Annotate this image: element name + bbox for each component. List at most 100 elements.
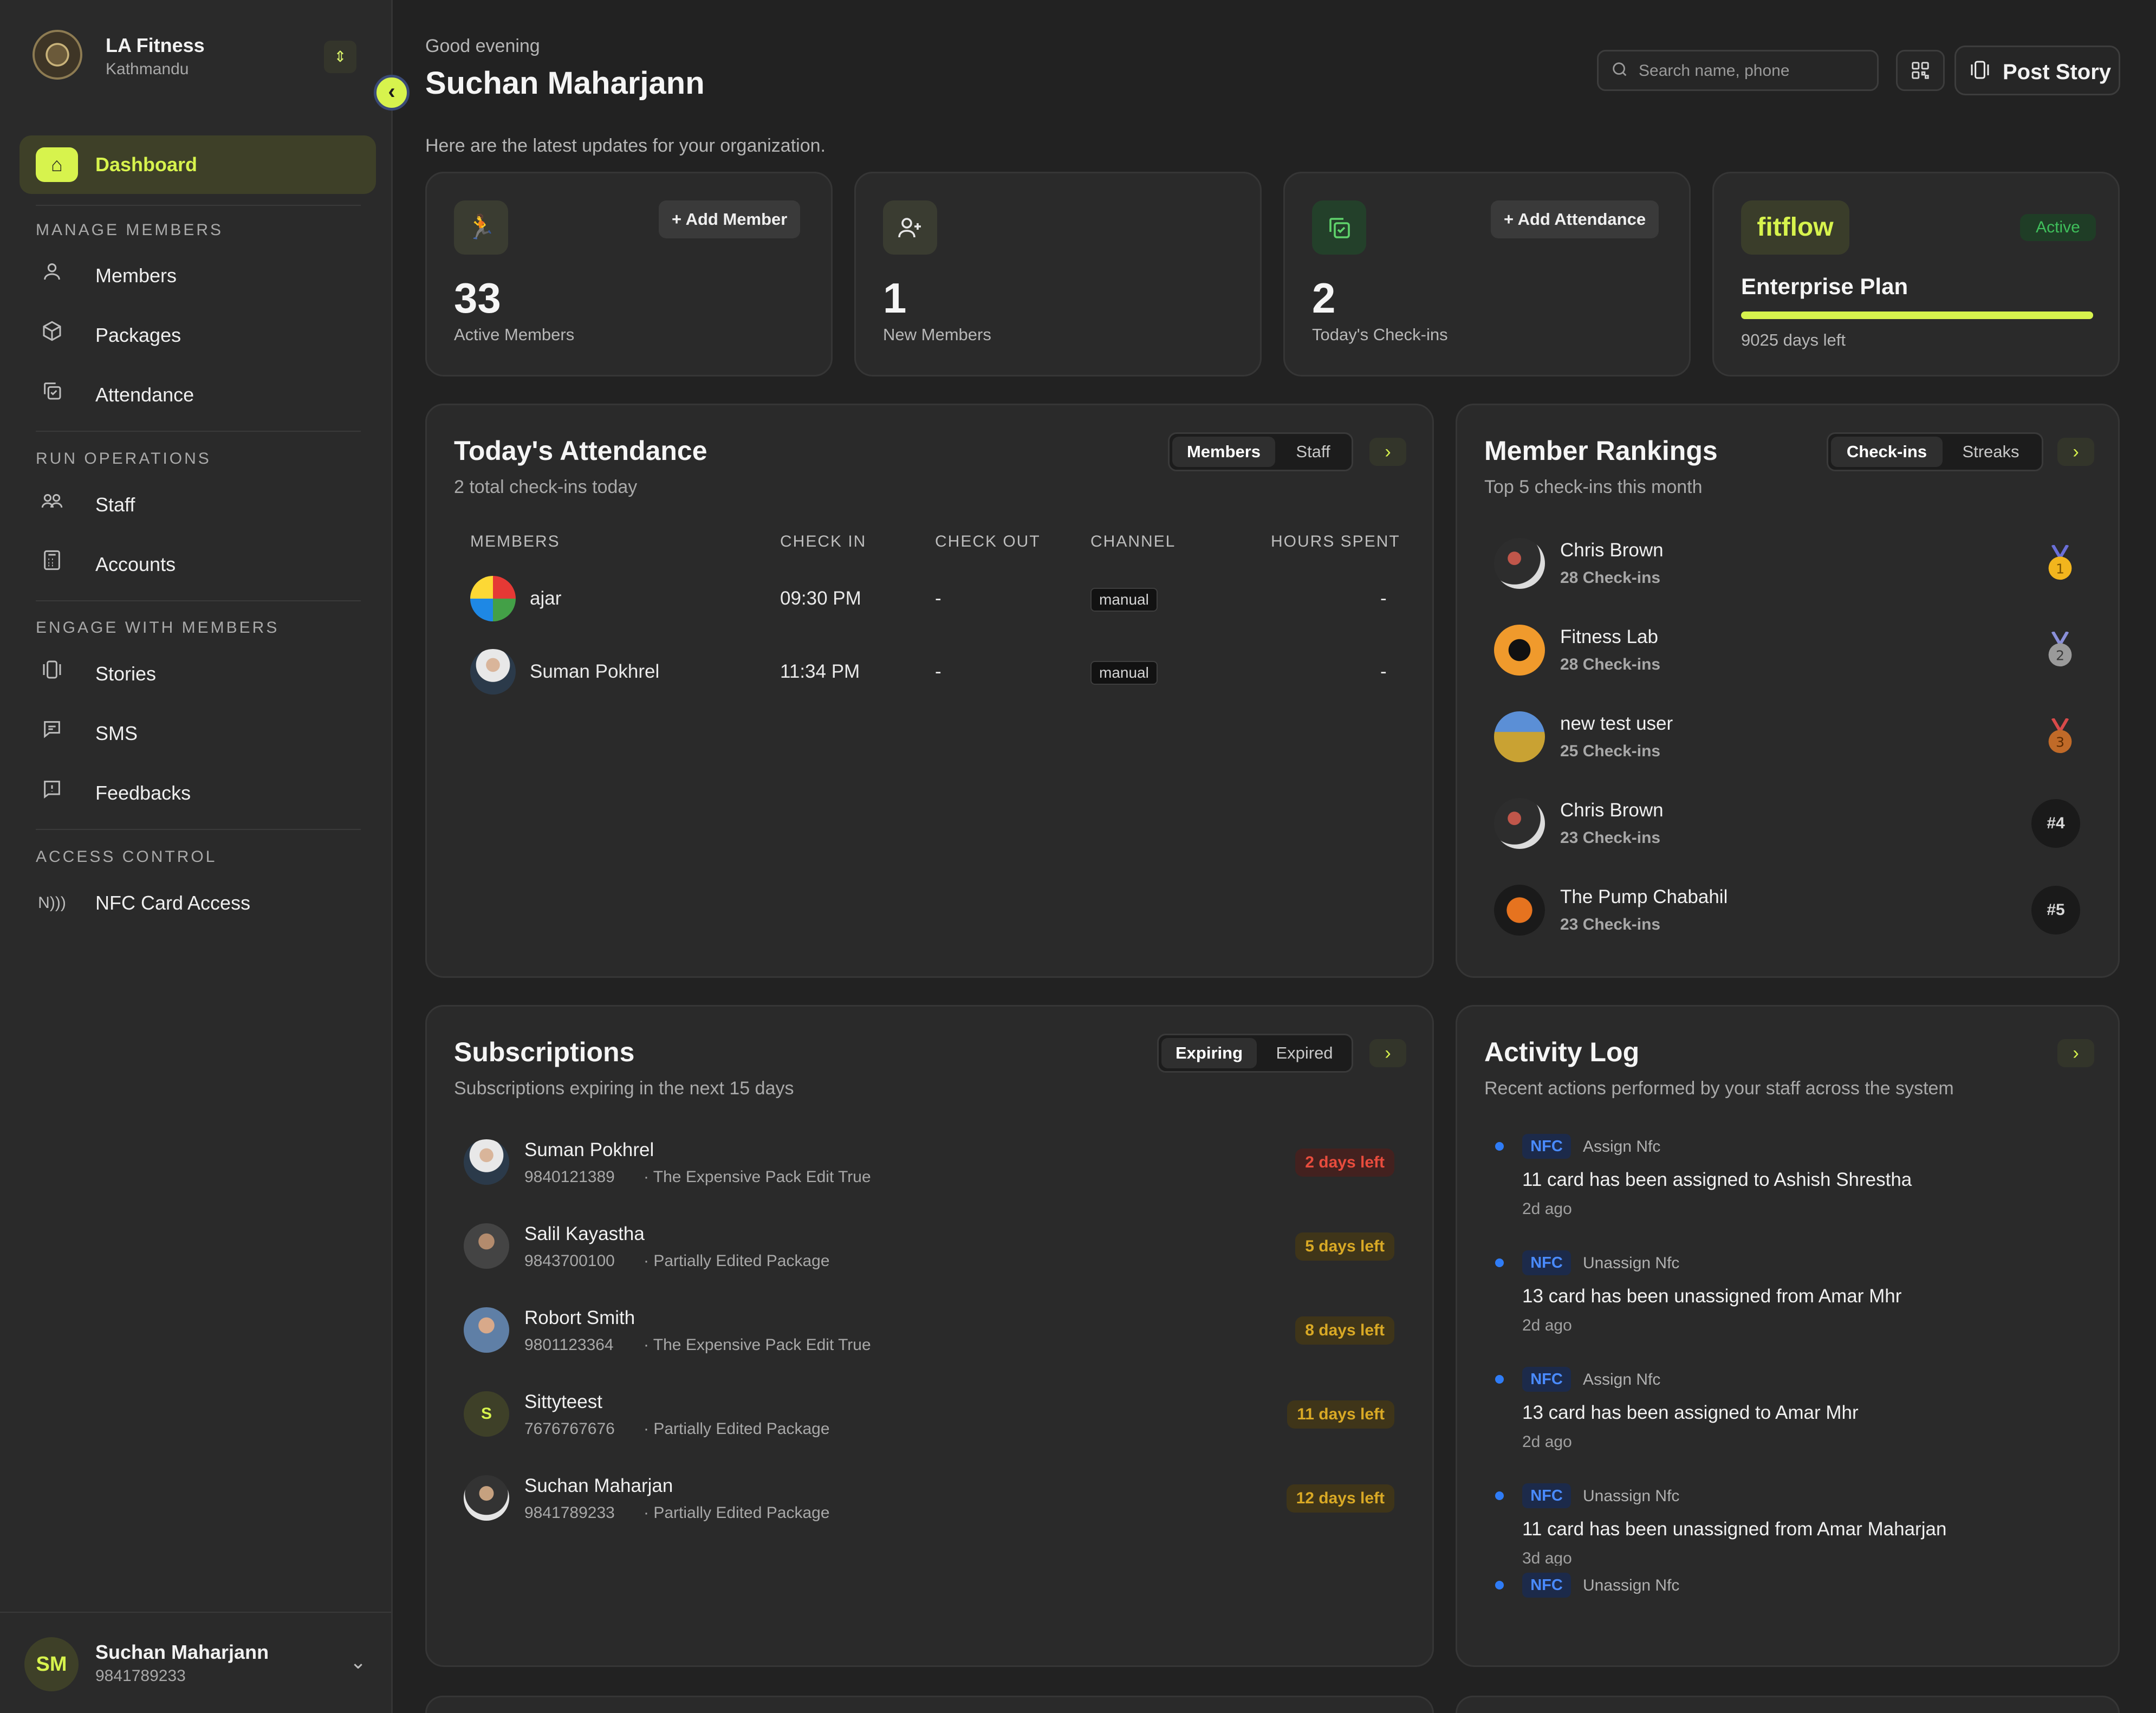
avatar [464,1307,509,1353]
channel-chip: manual [1090,661,1158,685]
stat-card-new-members: 1 New Members [854,172,1262,377]
subscriber-name[interactable]: Suchan Maharjan [524,1475,673,1497]
tab-check-ins[interactable]: Check-ins [1831,437,1943,467]
ranking-count: 23 Check-ins [1560,916,1661,933]
subscriber-phone: 9841789233 [524,1504,615,1522]
sidebar-item-feedbacks[interactable]: Feedbacks [20,764,376,822]
org-logo [33,30,82,80]
sidebar-item-members[interactable]: Members [20,246,376,305]
user-icon [36,259,68,292]
sidebar-item-nfc[interactable]: N))) NFC Card Access [20,874,376,932]
app-root: LA Fitness Kathmandu ⇕ ⌂ Dashboard MANAG… [0,0,2156,1713]
tab-streaks[interactable]: Streaks [1943,437,2038,467]
sidebar-item-attendance[interactable]: Attendance [20,366,376,424]
stat-value: 2 [1312,274,1336,322]
panel-title: Activity Log [1484,1037,1640,1067]
subscriber-phone: 9843700100 [524,1252,615,1270]
plan-progress-fill [1741,312,2093,319]
tab-expiring[interactable]: Expiring [1161,1038,1257,1068]
chevron-right-icon[interactable]: › [2057,1039,2094,1067]
activity-tag: NFC [1522,1250,1571,1275]
stat-card-checkins: + Add Attendance 2 Today's Check-ins [1283,172,1691,377]
chevron-right-icon[interactable]: › [1369,1039,1406,1067]
column-header: CHECK IN [780,533,867,550]
subscriber-phone: 9840121389 [524,1168,615,1186]
sidebar-item-dashboard[interactable]: ⌂ Dashboard [20,135,376,194]
divider [36,431,361,432]
chevron-up-down-icon[interactable]: ⇕ [324,41,356,73]
subscriber-name[interactable]: Suman Pokhrel [524,1139,654,1161]
nfc-icon: N))) [38,894,66,912]
search-input[interactable] [1639,59,1866,83]
ranking-name[interactable]: Fitness Lab [1560,626,1658,648]
post-story-button[interactable]: Post Story [1954,46,2120,95]
next-panel [425,1696,1434,1713]
rank-badge: #5 [2031,886,2080,935]
tab-expired[interactable]: Expired [1259,1038,1349,1068]
subscriptions-toggle: Expiring Expired [1157,1034,1353,1073]
sidebar-item-label: Accounts [95,553,176,575]
activity-dot [1495,1258,1504,1267]
panel-subtitle: 2 total check-ins today [454,477,638,497]
sidebar-item-sms[interactable]: SMS [20,704,376,763]
subscriber-name[interactable]: Robort Smith [524,1307,635,1329]
activity-text: 13 card has been assigned to Amar Mhr [1522,1402,1859,1423]
subscriber-name[interactable]: Salil Kayastha [524,1223,645,1245]
divider [36,205,361,206]
user-phone: 9841789233 [95,1667,186,1685]
qr-scan-button[interactable] [1896,50,1945,91]
silver-medal-icon: 2 [2048,632,2072,667]
column-header: MEMBERS [470,533,560,550]
sidebar-item-staff[interactable]: Staff [20,476,376,534]
panel-title: Today's Attendance [454,436,707,466]
avatar [470,576,516,621]
sidebar-item-packages[interactable]: Packages [20,306,376,365]
sidebar-item-label: NFC Card Access [95,892,251,914]
add-attendance-button[interactable]: + Add Attendance [1491,200,1659,238]
ranking-name[interactable]: Chris Brown [1560,800,1664,821]
activity-text: 13 card has been unassigned from Amar Mh… [1522,1286,1902,1307]
chevron-right-icon[interactable]: › [2057,438,2094,466]
ranking-count: 23 Check-ins [1560,829,1661,847]
org-switcher[interactable]: LA Fitness Kathmandu ⇕ [33,30,368,84]
activity-tag: NFC [1522,1134,1571,1159]
ranking-name[interactable]: new test user [1560,713,1673,735]
chevron-down-icon[interactable]: ⌄ [350,1651,366,1673]
activity-time: 2d ago [1522,1316,1572,1334]
home-icon: ⌂ [36,147,78,182]
days-left-badge: 8 days left [1295,1316,1394,1345]
sidebar-item-label: Members [95,264,177,287]
tab-members[interactable]: Members [1172,437,1275,467]
subscriber-name[interactable]: Sittyteest [524,1391,602,1413]
user-name: Suchan Maharjann [95,1641,269,1663]
check-out-time: - [935,661,941,682]
medal-rank: 2 [2056,648,2064,664]
member-name[interactable]: Suman Pokhrel [530,661,659,683]
section-label-run: RUN OPERATIONS [36,450,211,468]
sidebar-item-label: SMS [95,722,138,744]
sidebar-item-stories[interactable]: Stories [20,645,376,703]
subscriber-package: · Partially Edited Package [644,1252,830,1270]
plan-progress-bar [1741,312,2093,319]
activity-tag: NFC [1522,1367,1571,1392]
activity-dot [1495,1491,1504,1500]
plan-days-left: 9025 days left [1741,330,1846,349]
chevron-right-icon[interactable]: › [1369,438,1406,466]
ranking-name[interactable]: The Pump Chabahil [1560,886,1728,908]
sidebar-item-accounts[interactable]: Accounts [20,535,376,594]
add-member-button[interactable]: + Add Member [659,200,801,238]
user-menu[interactable]: SM Suchan Maharjann 9841789233 ⌄ [0,1612,391,1713]
plan-card: fitflow Active Enterprise Plan 9025 days… [1712,172,2120,377]
collapse-sidebar-button[interactable]: ‹ [374,75,410,111]
tab-staff[interactable]: Staff [1278,437,1348,467]
activity-time: 2d ago [1522,1433,1572,1451]
ranking-name[interactable]: Chris Brown [1560,540,1664,561]
days-left-badge: 12 days left [1286,1484,1394,1513]
subscriber-package: · Partially Edited Package [644,1420,830,1438]
medal-rank: 1 [2056,561,2064,577]
ranking-count: 25 Check-ins [1560,742,1661,760]
search-box[interactable] [1597,50,1879,91]
member-name[interactable]: ajar [530,588,561,609]
rankings-panel: Member Rankings Top 5 check-ins this mon… [1456,404,2120,978]
divider [36,829,361,830]
